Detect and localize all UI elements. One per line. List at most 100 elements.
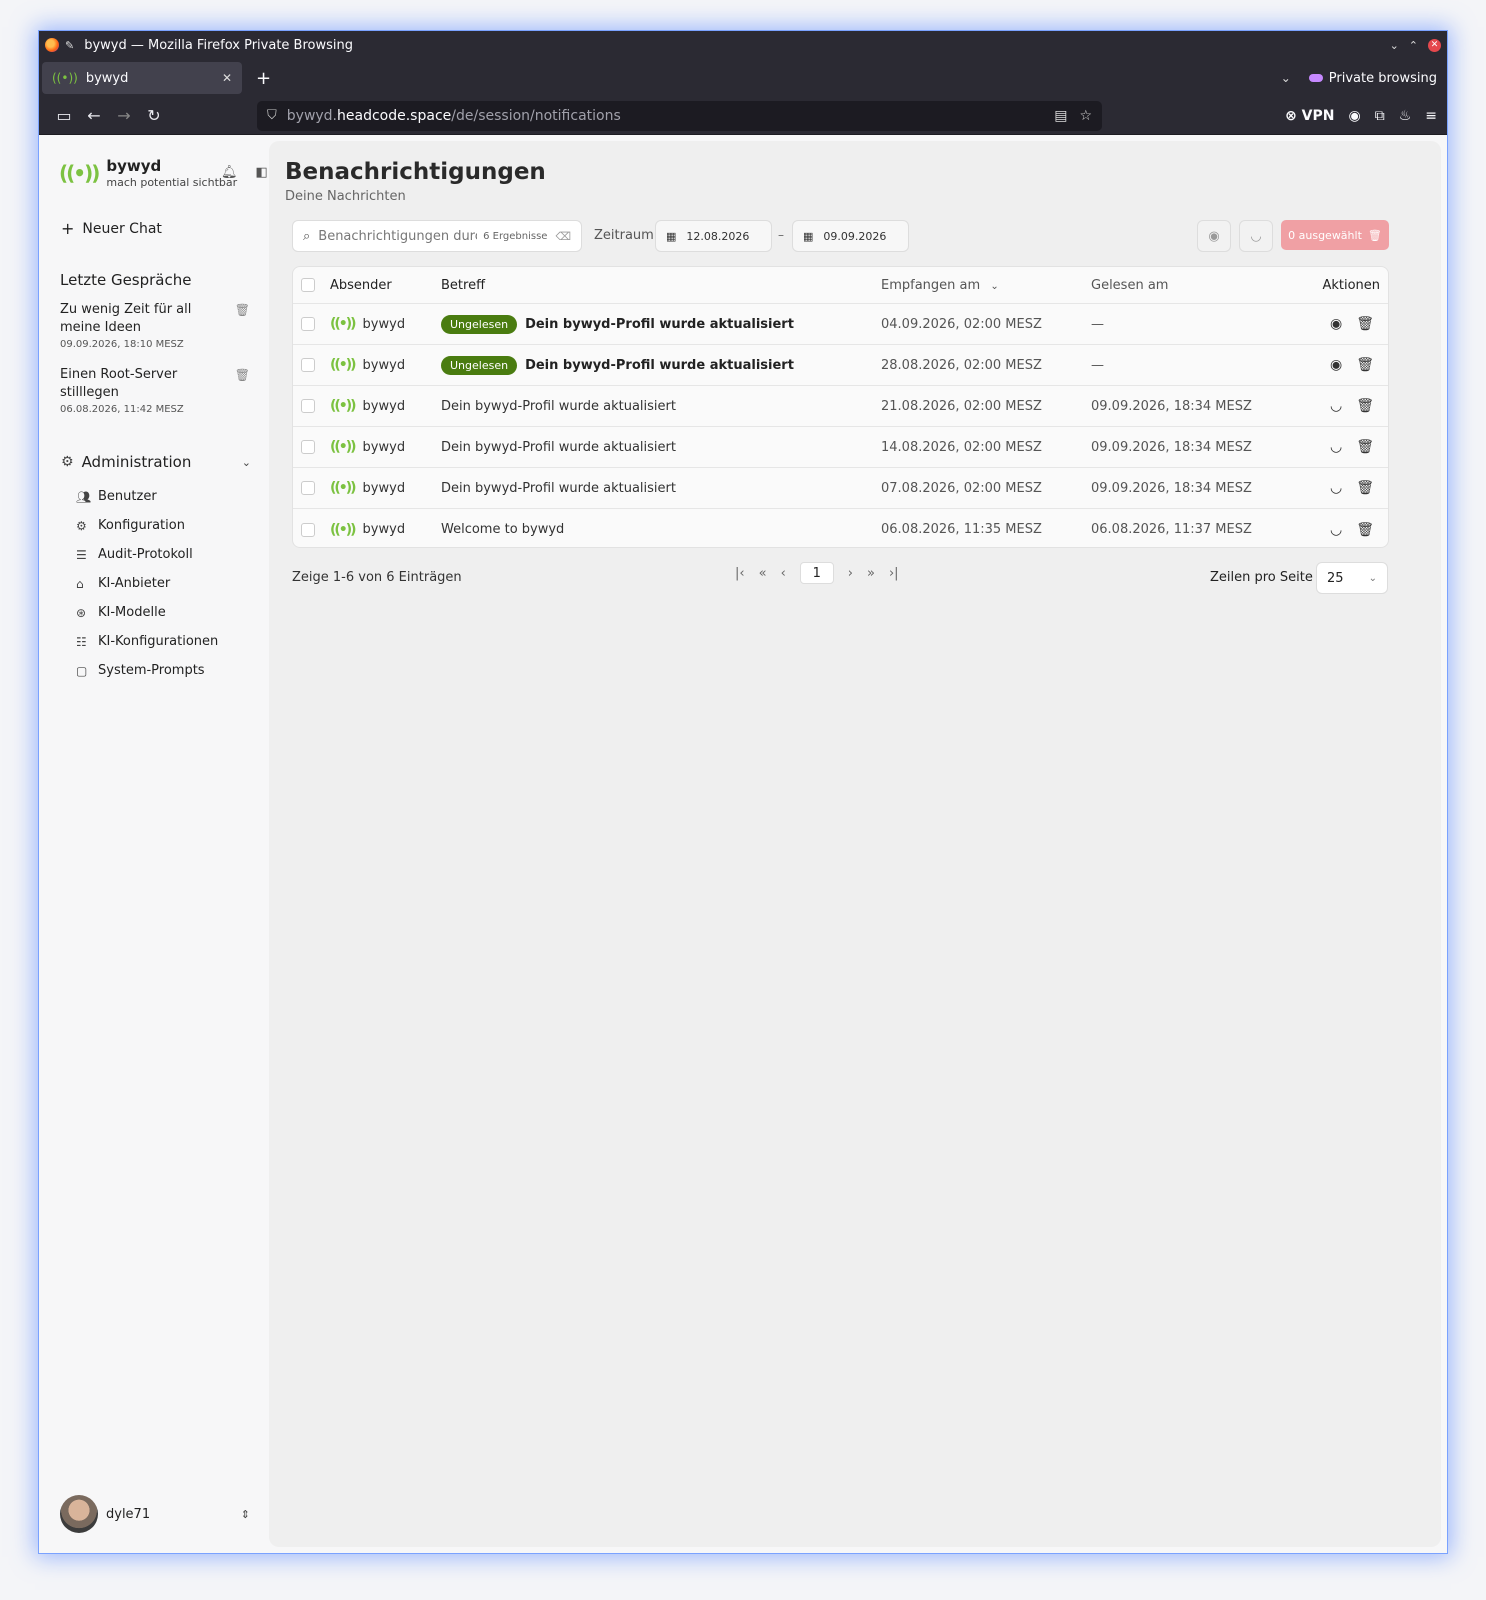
next-page-icon[interactable]: › xyxy=(848,566,853,581)
mark-unread-eye-closed-icon[interactable]: ◡ xyxy=(1330,398,1342,414)
collapse-sidebar-icon[interactable]: ◧ xyxy=(256,165,268,180)
mark-unread-eye-closed-icon[interactable]: ◡ xyxy=(1330,480,1342,496)
table-row[interactable]: ((•)) bywyd Ungelesen Dein bywyd-Profil wur… xyxy=(293,304,1388,345)
current-page[interactable]: 1 xyxy=(799,562,834,584)
date-to-picker[interactable]: ▦ 09.09.2026 xyxy=(792,220,909,252)
shield-icon[interactable]: ⛉ xyxy=(267,108,277,123)
sidebar-toggle-icon[interactable]: ▭ xyxy=(49,106,79,125)
sidebar-item-system-prompts[interactable]: ▢ System-Prompts xyxy=(76,656,218,685)
date-range-separator: – xyxy=(778,228,784,242)
date-from-picker[interactable]: ▦ 12.08.2026 xyxy=(655,220,772,252)
row-checkbox[interactable] xyxy=(301,481,315,495)
delete-trash-icon[interactable]: 🗑︎ xyxy=(1356,439,1374,455)
skip-back-icon[interactable]: « xyxy=(759,566,767,581)
sidebar-item-label: KI-Konfigurationen xyxy=(98,634,219,649)
mark-read-button[interactable]: ◉ xyxy=(1197,220,1231,252)
brand-name: bywyd xyxy=(106,157,162,175)
table-row[interactable]: ((•)) bywyd Welcome to bywyd 06.08.2026, 11… xyxy=(293,509,1388,547)
trash-icon[interactable]: 🗑︎ xyxy=(235,368,250,382)
sidebar-item-ki-modelle[interactable]: ⊛ KI-Modelle xyxy=(76,598,218,627)
row-checkbox[interactable] xyxy=(301,358,315,372)
notification-subject[interactable]: Dein bywyd-Profil wurde aktualisiert xyxy=(441,481,676,496)
delete-trash-icon[interactable]: 🗑︎ xyxy=(1356,480,1374,496)
received-date: 14.08.2026, 02:00 MESZ xyxy=(881,439,1042,455)
conversation-item[interactable]: Zu wenig Zeit für all meine Ideen 09.09.… xyxy=(60,301,250,350)
back-icon[interactable]: ← xyxy=(79,106,109,125)
tab-close-icon[interactable]: ✕ xyxy=(222,71,232,85)
page-title: Benachrichtigungen xyxy=(285,159,546,185)
minimize-icon[interactable]: ⌄ xyxy=(1390,39,1399,52)
mark-unread-eye-closed-icon[interactable]: ◡ xyxy=(1330,522,1342,538)
mark-unread-eye-closed-icon[interactable]: ◡ xyxy=(1330,439,1342,455)
bookmark-star-icon[interactable]: ☆ xyxy=(1079,108,1092,124)
administration-toggle[interactable]: ⚙ Administration ⌄ xyxy=(61,453,251,471)
table-row[interactable]: ((•)) bywyd Dein bywyd-Profil wurde aktual… xyxy=(293,468,1388,509)
clear-search-icon[interactable]: ⌫ xyxy=(555,230,571,243)
user-menu[interactable]: dyle71 ⇕ xyxy=(60,1495,250,1533)
trash-icon[interactable]: 🗑︎ xyxy=(235,303,250,317)
rows-per-page-select[interactable]: 25 ⌄ xyxy=(1316,562,1388,594)
url-host: headcode.space xyxy=(337,107,452,124)
eye-closed-icon: ◡ xyxy=(1250,228,1262,244)
tab-bywyd[interactable]: ((•)) bywyd ✕ xyxy=(42,62,242,94)
url-text[interactable]: bywyd.headcode.space/de/session/notifica… xyxy=(287,108,1042,124)
list-all-tabs-icon[interactable]: ⌄ xyxy=(1281,71,1291,85)
extensions-icon[interactable]: ⧉ xyxy=(1375,108,1385,124)
reader-view-icon[interactable]: ▤ xyxy=(1054,108,1067,124)
search-input[interactable]: ⌕ Benachrichtigungen durc 6 Ergebnisse ⌫ xyxy=(292,220,582,252)
search-placeholder[interactable]: Benachrichtigungen durc xyxy=(318,229,477,244)
mark-read-eye-icon[interactable]: ◉ xyxy=(1330,357,1342,373)
sidebar-item-ki-anbieter[interactable]: ⌂ KI-Anbieter xyxy=(76,569,218,598)
first-page-icon[interactable]: |‹ xyxy=(735,566,745,581)
notification-subject[interactable]: Dein bywyd-Profil wurde aktualisiert xyxy=(525,358,794,373)
table-row[interactable]: ((•)) bywyd Dein bywyd-Profil wurde aktual… xyxy=(293,386,1388,427)
reload-icon[interactable]: ↻ xyxy=(139,106,169,125)
maximize-icon[interactable]: ⌃ xyxy=(1409,39,1418,52)
sidebar-item-ki-konfigurationen[interactable]: ☷ KI-Konfigurationen xyxy=(76,627,218,656)
prev-page-icon[interactable]: ‹ xyxy=(781,566,786,581)
delete-trash-icon[interactable]: 🗑︎ xyxy=(1356,357,1374,373)
brand[interactable]: ((•)) bywyd mach potential sichtbar xyxy=(59,157,237,189)
bell-icon[interactable]: 🔔︎ xyxy=(221,165,238,180)
row-checkbox[interactable] xyxy=(301,317,315,331)
date-to-value: 09.09.2026 xyxy=(823,229,887,243)
select-all-checkbox[interactable] xyxy=(301,278,315,292)
delete-trash-icon[interactable]: 🗑︎ xyxy=(1356,316,1374,332)
sidebar-item-benutzer[interactable]: 👥︎ Benutzer xyxy=(76,482,218,511)
table-row[interactable]: ((•)) bywyd Dein bywyd-Profil wurde aktual… xyxy=(293,427,1388,468)
last-page-icon[interactable]: ›| xyxy=(889,566,899,581)
row-checkbox[interactable] xyxy=(301,440,315,454)
delete-selected-button[interactable]: 0 ausgewählt 🗑︎ xyxy=(1281,220,1389,250)
table-row[interactable]: ((•)) bywyd Ungelesen Dein bywyd-Profil wur… xyxy=(293,345,1388,386)
row-checkbox[interactable] xyxy=(301,522,315,537)
close-window-icon[interactable]: ✕ xyxy=(1428,38,1441,52)
sidebar-item-audit-protokoll[interactable]: ☰ Audit-Protokoll xyxy=(76,540,218,569)
delete-trash-icon[interactable]: 🗑︎ xyxy=(1356,522,1374,538)
pin-icon[interactable]: ✎ xyxy=(65,39,74,52)
mark-read-eye-icon[interactable]: ◉ xyxy=(1330,316,1342,332)
column-header-received[interactable]: Empfangen am ⌄ xyxy=(881,278,1091,293)
flame-icon[interactable]: ♨ xyxy=(1399,108,1412,124)
notification-subject[interactable]: Dein bywyd-Profil wurde aktualisiert xyxy=(441,440,676,455)
url-bar[interactable]: ⛉ bywyd.headcode.space/de/session/notifi… xyxy=(257,100,1102,131)
forward-icon[interactable]: → xyxy=(109,106,139,125)
vpn-button[interactable]: ⊗ VPN xyxy=(1285,108,1334,124)
conversation-item[interactable]: Einen Root-Server stilllegen 06.08.2026,… xyxy=(60,366,250,415)
column-header-sender: Absender xyxy=(330,277,392,293)
delete-trash-icon[interactable]: 🗑︎ xyxy=(1356,398,1374,414)
skip-forward-icon[interactable]: » xyxy=(867,566,875,581)
new-chat-button[interactable]: + Neuer Chat xyxy=(61,219,162,238)
notification-subject[interactable]: Dein bywyd-Profil wurde aktualisiert xyxy=(525,317,794,332)
mark-unread-button[interactable]: ◡ xyxy=(1239,220,1273,252)
sidebar-item-konfiguration[interactable]: ⚙ Konfiguration xyxy=(76,511,218,540)
new-tab-button[interactable]: + xyxy=(256,68,271,89)
notification-subject[interactable]: Welcome to bywyd xyxy=(441,522,564,537)
menu-icon[interactable]: ≡ xyxy=(1425,108,1437,124)
row-checkbox[interactable] xyxy=(301,399,315,413)
account-icon[interactable]: ◉ xyxy=(1348,108,1360,124)
trash-icon: 🗑︎ xyxy=(1367,228,1382,242)
sender-name: bywyd xyxy=(362,357,406,373)
list-icon: ☰ xyxy=(76,547,87,562)
search-icon: ⌕ xyxy=(303,228,311,244)
notification-subject[interactable]: Dein bywyd-Profil wurde aktualisiert xyxy=(441,399,676,414)
